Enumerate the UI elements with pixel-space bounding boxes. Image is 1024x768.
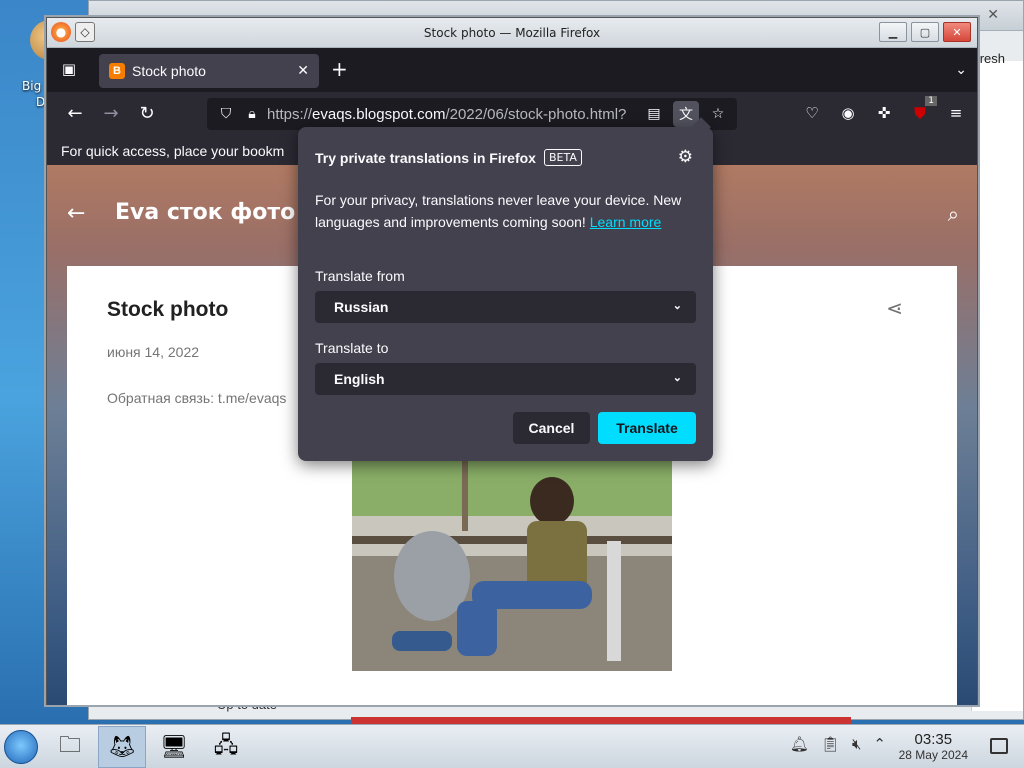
clock-time: 03:35 [914,731,953,748]
search-icon[interactable]: ⌕ [948,202,959,226]
ublock-origin-icon[interactable]: ⛊ 1 [909,96,937,124]
clock-date: 28 May 2024 [898,748,968,762]
file-manager-icon[interactable]: 🗀 [46,726,94,768]
volume-muted-icon[interactable]: 🔇︎ [852,735,861,753]
maximize-button[interactable]: ▢ [911,22,939,42]
menu-icon[interactable]: ≡ [945,102,967,124]
tab-bar: ▣ B Stock photo ✕ + ⌄ [47,48,977,92]
forward-icon[interactable]: → [99,102,123,126]
clock[interactable]: 03:35 28 May 2024 [899,731,968,762]
settings-manager-icon[interactable]: 🖥︎ [150,726,198,768]
show-desktop-icon[interactable] [990,738,1008,754]
popup-description: For your privacy, translations never lea… [315,189,700,233]
lock-icon[interactable]: 🔒︎ [241,106,263,122]
post-title: Stock photo [107,298,229,321]
extension-badge: 1 [925,96,937,106]
url-text[interactable]: https://evaqs.blogspot.com/2022/06/stock… [267,106,652,123]
beta-badge: BETA [543,149,582,166]
list-all-tabs-icon[interactable]: ⌄ [955,62,967,78]
translate-from-select[interactable]: Russian ⌄ [315,291,696,323]
background-window-red-bar [351,717,851,724]
url-scheme: https:// [267,105,313,123]
new-tab-icon[interactable]: + [331,59,348,79]
start-menu-button[interactable] [4,730,38,764]
firefox-view-icon[interactable]: ▣ [59,60,79,80]
close-button[interactable]: ✕ [943,22,971,42]
translate-from-label: Translate from [315,268,405,284]
reader-view-icon[interactable]: ▤ [641,101,667,127]
translate-to-value: English [334,371,385,387]
post-date[interactable]: июня 14, 2022 [107,344,199,360]
background-window-close-icon[interactable]: ✕ [987,7,999,23]
clipboard-icon[interactable]: 📋︎ [821,735,840,753]
settings-gear-icon[interactable]: ⚙ [678,147,693,167]
site-back-icon[interactable]: ← [67,201,85,226]
translation-popup: Try private translations in Firefox BETA… [298,127,713,461]
post-text: Обратная связь: t.me/evaqs [107,390,287,406]
url-bar[interactable]: ⛉ 🔒︎ https://evaqs.blogspot.com/2022/06/… [207,98,737,130]
account-icon[interactable]: ◉ [837,102,859,124]
network-app-icon[interactable]: 🖧 [202,726,250,768]
url-domain: evaqs.blogspot.com [312,105,446,123]
post-photo[interactable] [352,461,672,671]
translate-from-value: Russian [334,299,389,315]
tab-stock-photo[interactable]: B Stock photo ✕ [99,54,319,88]
bookmark-star-icon[interactable]: ☆ [705,101,731,127]
url-path: /2022/06/stock-photo.html? [445,105,627,123]
share-icon[interactable]: ⋖ [886,296,903,320]
site-title[interactable]: Eva сток фото [115,200,295,225]
cancel-button[interactable]: Cancel [513,412,590,444]
translate-to-select[interactable]: English ⌄ [315,363,696,395]
popup-title: Try private translations in Firefox [315,149,536,166]
blogger-favicon-icon: B [109,63,125,79]
tab-close-icon[interactable]: ✕ [297,63,309,79]
reload-icon[interactable]: ↻ [135,102,159,126]
taskbar: 🗀 🦊︎ 🖥︎ 🖧 🔔︎ 📋︎ 🔇︎ ⌃ 03:35 28 May 2024 [0,724,1024,768]
background-window-side-panel [971,61,1023,711]
extensions-icon[interactable]: ✜ [873,102,895,124]
translate-to-label: Translate to [315,340,389,356]
photo-illustration [352,461,672,671]
chevron-down-icon: ⌄ [672,372,682,384]
chevron-up-icon[interactable]: ⌃ [873,735,886,753]
back-icon[interactable]: ← [63,102,87,126]
window-title: Stock photo — Mozilla Firefox [423,26,601,40]
system-tray: 🔔︎ 📋︎ 🔇︎ ⌃ [790,735,886,753]
shield-icon[interactable]: ⛉ [215,106,237,122]
chevron-down-icon: ⌄ [672,300,682,312]
background-window-refresh-text[interactable]: fresh [976,51,1005,66]
translate-button[interactable]: Translate [598,412,696,444]
firefox-taskbar-icon[interactable]: 🦊︎ [98,726,146,768]
notifications-icon[interactable]: 🔔︎ [790,735,809,753]
bookmarks-toolbar-message: For quick access, place your bookm [61,142,285,159]
pocket-icon[interactable]: ♡ [801,102,823,124]
learn-more-link[interactable]: Learn more [590,214,662,230]
tab-title: Stock photo [132,63,206,79]
window-titlebar[interactable]: ● ◇ Stock photo — Mozilla Firefox ▁ ▢ ✕ [47,18,977,48]
minimize-button[interactable]: ▁ [879,22,907,42]
